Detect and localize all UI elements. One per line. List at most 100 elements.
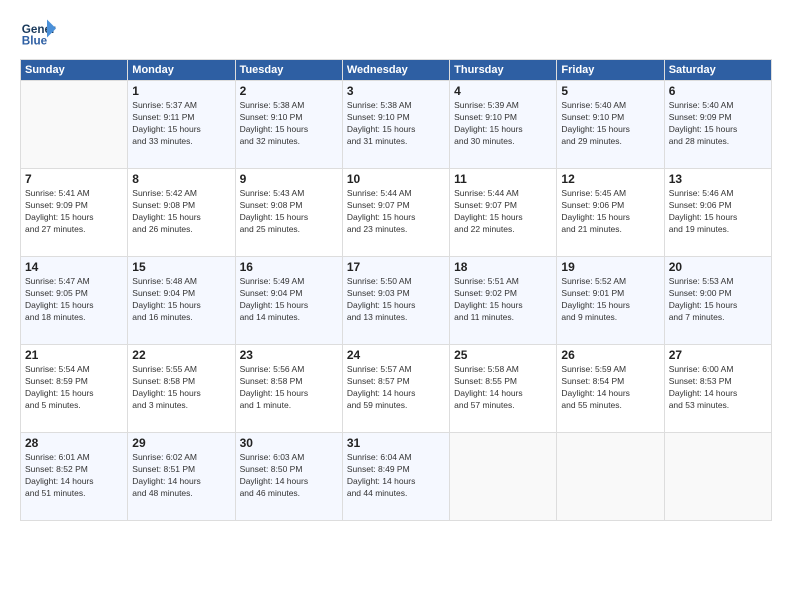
day-info: Sunrise: 5:39 AM Sunset: 9:10 PM Dayligh… [454,100,552,148]
calendar-day: 7 Sunrise: 5:41 AM Sunset: 9:09 PM Daylig… [21,169,128,257]
calendar-day [21,81,128,169]
day-info: Sunrise: 6:01 AM Sunset: 8:52 PM Dayligh… [25,452,123,500]
day-number: 6 [669,84,767,98]
calendar-day: 28 Sunrise: 6:01 AM Sunset: 8:52 PM Dayli… [21,433,128,521]
day-info: Sunrise: 5:51 AM Sunset: 9:02 PM Dayligh… [454,276,552,324]
calendar-day [664,433,771,521]
day-info: Sunrise: 5:43 AM Sunset: 9:08 PM Dayligh… [240,188,338,236]
page: General Blue SundayMondayTuesdayWednesda… [0,0,792,612]
day-number: 20 [669,260,767,274]
day-info: Sunrise: 5:53 AM Sunset: 9:00 PM Dayligh… [669,276,767,324]
day-info: Sunrise: 5:58 AM Sunset: 8:55 PM Dayligh… [454,364,552,412]
day-header: Friday [557,60,664,81]
day-info: Sunrise: 5:40 AM Sunset: 9:09 PM Dayligh… [669,100,767,148]
day-info: Sunrise: 6:00 AM Sunset: 8:53 PM Dayligh… [669,364,767,412]
day-info: Sunrise: 5:41 AM Sunset: 9:09 PM Dayligh… [25,188,123,236]
day-info: Sunrise: 5:45 AM Sunset: 9:06 PM Dayligh… [561,188,659,236]
day-info: Sunrise: 5:57 AM Sunset: 8:57 PM Dayligh… [347,364,445,412]
day-header: Wednesday [342,60,449,81]
calendar-day: 27 Sunrise: 6:00 AM Sunset: 8:53 PM Dayli… [664,345,771,433]
day-info: Sunrise: 6:04 AM Sunset: 8:49 PM Dayligh… [347,452,445,500]
day-number: 5 [561,84,659,98]
calendar-day: 29 Sunrise: 6:02 AM Sunset: 8:51 PM Dayli… [128,433,235,521]
day-info: Sunrise: 5:56 AM Sunset: 8:58 PM Dayligh… [240,364,338,412]
day-number: 9 [240,172,338,186]
day-number: 17 [347,260,445,274]
calendar-day: 10Sunrise: 5:44 AM Sunset: 9:07 PM Dayli… [342,169,449,257]
calendar: SundayMondayTuesdayWednesdayThursdayFrid… [20,59,772,521]
day-info: Sunrise: 5:37 AM Sunset: 9:11 PM Dayligh… [132,100,230,148]
calendar-week: 21 Sunrise: 5:54 AM Sunset: 8:59 PM Dayli… [21,345,772,433]
calendar-day: 8Sunrise: 5:42 AM Sunset: 9:08 PM Daylig… [128,169,235,257]
day-info: Sunrise: 5:46 AM Sunset: 9:06 PM Dayligh… [669,188,767,236]
day-info: Sunrise: 5:54 AM Sunset: 8:59 PM Dayligh… [25,364,123,412]
calendar-day: 20 Sunrise: 5:53 AM Sunset: 9:00 PM Dayli… [664,257,771,345]
day-info: Sunrise: 5:52 AM Sunset: 9:01 PM Dayligh… [561,276,659,324]
day-number: 2 [240,84,338,98]
day-number: 25 [454,348,552,362]
calendar-day: 15 Sunrise: 5:48 AM Sunset: 9:04 PM Dayli… [128,257,235,345]
day-number: 15 [132,260,230,274]
calendar-day: 31 Sunrise: 6:04 AM Sunset: 8:49 PM Dayli… [342,433,449,521]
day-info: Sunrise: 5:38 AM Sunset: 9:10 PM Dayligh… [347,100,445,148]
day-number: 3 [347,84,445,98]
calendar-day: 24 Sunrise: 5:57 AM Sunset: 8:57 PM Dayli… [342,345,449,433]
calendar-day: 21 Sunrise: 5:54 AM Sunset: 8:59 PM Dayli… [21,345,128,433]
day-info: Sunrise: 5:49 AM Sunset: 9:04 PM Dayligh… [240,276,338,324]
calendar-day: 3 Sunrise: 5:38 AM Sunset: 9:10 PM Daylig… [342,81,449,169]
calendar-day: 4 Sunrise: 5:39 AM Sunset: 9:10 PM Daylig… [450,81,557,169]
day-number: 26 [561,348,659,362]
calendar-day: 12 Sunrise: 5:45 AM Sunset: 9:06 PM Dayli… [557,169,664,257]
header-row: SundayMondayTuesdayWednesdayThursdayFrid… [21,60,772,81]
calendar-day: 1 Sunrise: 5:37 AM Sunset: 9:11 PM Daylig… [128,81,235,169]
day-info: Sunrise: 5:47 AM Sunset: 9:05 PM Dayligh… [25,276,123,324]
calendar-day: 9 Sunrise: 5:43 AM Sunset: 9:08 PM Daylig… [235,169,342,257]
day-number: 27 [669,348,767,362]
day-number: 7 [25,172,123,186]
calendar-day: 18 Sunrise: 5:51 AM Sunset: 9:02 PM Dayli… [450,257,557,345]
calendar-day: 16 Sunrise: 5:49 AM Sunset: 9:04 PM Dayli… [235,257,342,345]
day-number: 1 [132,84,230,98]
day-number: 28 [25,436,123,450]
calendar-day [450,433,557,521]
day-info: Sunrise: 6:02 AM Sunset: 8:51 PM Dayligh… [132,452,230,500]
day-info: Sunrise: 5:40 AM Sunset: 9:10 PM Dayligh… [561,100,659,148]
calendar-week: 14 Sunrise: 5:47 AM Sunset: 9:05 PM Dayli… [21,257,772,345]
calendar-week: 7 Sunrise: 5:41 AM Sunset: 9:09 PM Daylig… [21,169,772,257]
calendar-day: 30Sunrise: 6:03 AM Sunset: 8:50 PM Dayli… [235,433,342,521]
day-number: 30 [240,436,338,450]
day-number: 23 [240,348,338,362]
day-info: Sunrise: 5:55 AM Sunset: 8:58 PM Dayligh… [132,364,230,412]
day-number: 13 [669,172,767,186]
day-info: Sunrise: 5:48 AM Sunset: 9:04 PM Dayligh… [132,276,230,324]
calendar-header: SundayMondayTuesdayWednesdayThursdayFrid… [21,60,772,81]
day-number: 22 [132,348,230,362]
calendar-week: 28 Sunrise: 6:01 AM Sunset: 8:52 PM Dayli… [21,433,772,521]
calendar-day: 22 Sunrise: 5:55 AM Sunset: 8:58 PM Dayli… [128,345,235,433]
day-info: Sunrise: 5:44 AM Sunset: 9:07 PM Dayligh… [347,188,445,236]
day-info: Sunrise: 5:59 AM Sunset: 8:54 PM Dayligh… [561,364,659,412]
calendar-day: 26 Sunrise: 5:59 AM Sunset: 8:54 PM Dayli… [557,345,664,433]
day-header: Tuesday [235,60,342,81]
day-number: 4 [454,84,552,98]
day-header: Thursday [450,60,557,81]
day-header: Sunday [21,60,128,81]
day-number: 24 [347,348,445,362]
calendar-day: 23 Sunrise: 5:56 AM Sunset: 8:58 PM Dayli… [235,345,342,433]
calendar-day: 13 Sunrise: 5:46 AM Sunset: 9:06 PM Dayli… [664,169,771,257]
calendar-day: 19Sunrise: 5:52 AM Sunset: 9:01 PM Dayli… [557,257,664,345]
day-number: 31 [347,436,445,450]
day-info: Sunrise: 5:50 AM Sunset: 9:03 PM Dayligh… [347,276,445,324]
svg-text:Blue: Blue [22,35,48,48]
day-number: 12 [561,172,659,186]
day-number: 18 [454,260,552,274]
day-number: 14 [25,260,123,274]
header: General Blue [20,15,772,51]
day-info: Sunrise: 5:38 AM Sunset: 9:10 PM Dayligh… [240,100,338,148]
day-info: Sunrise: 5:44 AM Sunset: 9:07 PM Dayligh… [454,188,552,236]
day-number: 8 [132,172,230,186]
day-number: 29 [132,436,230,450]
day-number: 16 [240,260,338,274]
day-number: 21 [25,348,123,362]
calendar-day [557,433,664,521]
